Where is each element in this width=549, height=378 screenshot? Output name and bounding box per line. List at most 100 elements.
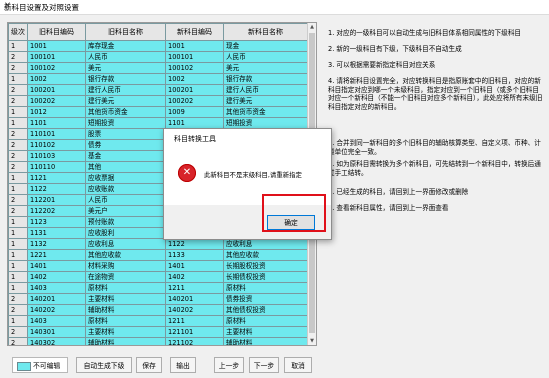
table-row[interactable]: 2 100102 美元 100102 美元 bbox=[8, 62, 308, 74]
cell-new-name[interactable]: 银行存款 bbox=[223, 73, 308, 85]
cell-new-name[interactable]: 建行人民币 bbox=[223, 84, 308, 96]
cell-level: 1 bbox=[8, 271, 28, 283]
scroll-up-arrow-icon[interactable]: ▲ bbox=[308, 23, 316, 31]
cell-old-code: 110110 bbox=[27, 161, 86, 173]
previous-step-button[interactable]: 上一步 bbox=[214, 357, 244, 373]
cell-new-name[interactable]: 现金 bbox=[223, 40, 308, 52]
cell-level: 2 bbox=[8, 326, 28, 338]
cell-old-code: 1122 bbox=[27, 183, 86, 195]
cell-old-name: 美元户 bbox=[85, 205, 166, 217]
cell-new-name[interactable]: 其他应收款 bbox=[223, 249, 308, 261]
next-step-button[interactable]: 下一步 bbox=[249, 357, 279, 373]
cell-new-code[interactable]: 1122 bbox=[165, 238, 224, 250]
auto-generate-button[interactable]: 自动生成下级 bbox=[76, 357, 132, 373]
cell-new-name[interactable]: 其他货币资金 bbox=[223, 106, 308, 118]
cell-level: 2 bbox=[8, 139, 28, 151]
table-row[interactable]: 1 1221 其他应收款 1133 其他应收款 bbox=[8, 249, 308, 261]
table-row[interactable]: 1 1403 原材料 1211 原材料 bbox=[8, 315, 308, 327]
table-row[interactable]: 1 1001 库存现金 1001 现金 bbox=[8, 40, 308, 52]
save-button[interactable]: 保存 bbox=[136, 357, 162, 373]
cell-new-code[interactable]: 1402 bbox=[165, 271, 224, 283]
cell-new-code[interactable]: 140201 bbox=[165, 293, 224, 305]
cell-level: 2 bbox=[8, 84, 28, 96]
cell-new-code[interactable]: 140202 bbox=[165, 304, 224, 316]
cell-new-code[interactable]: 121101 bbox=[165, 326, 224, 338]
cell-old-code: 140201 bbox=[27, 293, 86, 305]
note-5: 5. 合并到同一新科目的多个旧科目的辅助核算类型、自定义项、币种、计量单位完全一… bbox=[328, 139, 541, 156]
cell-new-name[interactable]: 短期投资 bbox=[223, 117, 308, 129]
table-row[interactable]: 1 1002 银行存款 1002 银行存款 bbox=[8, 73, 308, 85]
cell-new-name[interactable]: 长期债权投资 bbox=[223, 271, 308, 283]
cell-new-code[interactable]: 100101 bbox=[165, 51, 224, 63]
cell-new-code[interactable]: 1133 bbox=[165, 249, 224, 261]
cell-old-code: 1401 bbox=[27, 260, 86, 272]
note-4: 4. 请将新科目设置完全，对应转换科目是指原账套中的旧科目，对应的新科目指定对应… bbox=[328, 77, 543, 111]
table-row[interactable]: 2 100101 人民币 100101 人民币 bbox=[8, 51, 308, 63]
cell-new-code[interactable]: 1009 bbox=[165, 106, 224, 118]
ok-button-highlight bbox=[262, 194, 326, 232]
cell-new-name[interactable]: 辅助材料 bbox=[223, 337, 308, 345]
table-row[interactable]: 2 140202 辅助材料 140202 其他债权投资 bbox=[8, 304, 308, 316]
cell-new-name[interactable]: 建行美元 bbox=[223, 95, 308, 107]
non-editable-legend: 不可编辑 bbox=[12, 357, 68, 373]
table-row[interactable]: 2 100201 建行人民币 100201 建行人民币 bbox=[8, 84, 308, 96]
cell-new-name[interactable]: 原材料 bbox=[223, 282, 308, 294]
table-row[interactable]: 1 1101 短期投资 1101 短期投资 bbox=[8, 117, 308, 129]
cell-old-code: 140302 bbox=[27, 337, 86, 345]
dialog-title-bar: 科目转换工具 bbox=[164, 129, 331, 145]
table-row[interactable]: 1 1402 在途物资 1402 长期债权投资 bbox=[8, 271, 308, 283]
cell-level: 1 bbox=[8, 183, 28, 195]
cell-old-name: 建行美元 bbox=[85, 95, 166, 107]
cell-old-code: 140202 bbox=[27, 304, 86, 316]
cell-new-name[interactable]: 原材料 bbox=[223, 315, 308, 327]
cell-new-name[interactable]: 债券投资 bbox=[223, 293, 308, 305]
cancel-button[interactable]: 取消 bbox=[284, 357, 312, 373]
scroll-down-arrow-icon[interactable]: ▼ bbox=[308, 337, 316, 345]
cell-new-code[interactable]: 121102 bbox=[165, 337, 224, 345]
table-row[interactable]: 2 140302 辅助材料 121102 辅助材料 bbox=[8, 337, 308, 345]
cell-new-name[interactable]: 人民币 bbox=[223, 51, 308, 63]
table-row[interactable]: 1 1403 原材料 1211 原材料 bbox=[8, 282, 308, 294]
cell-new-code[interactable]: 1002 bbox=[165, 73, 224, 85]
cell-old-name: 应收账款 bbox=[85, 183, 166, 195]
grid-header-row: 级次 旧科目编码 旧科目名称 新科目编码 新科目名称 bbox=[8, 23, 308, 41]
cell-new-name[interactable]: 长期股权投资 bbox=[223, 260, 308, 272]
cell-new-name[interactable]: 美元 bbox=[223, 62, 308, 74]
table-row[interactable]: 2 140301 主要材料 121101 主要材料 bbox=[8, 326, 308, 338]
cell-new-name[interactable]: 其他债权投资 bbox=[223, 304, 308, 316]
close-icon[interactable]: ✕ bbox=[4, 1, 544, 11]
table-row[interactable]: 1 1012 其他货币资金 1009 其他货币资金 bbox=[8, 106, 308, 118]
table-row[interactable]: 2 140201 主要材料 140201 债券投资 bbox=[8, 293, 308, 305]
export-button[interactable]: 输出 bbox=[170, 357, 196, 373]
cell-new-code[interactable]: 1001 bbox=[165, 40, 224, 52]
cell-level: 2 bbox=[8, 304, 28, 316]
cell-old-name: 主要材料 bbox=[85, 293, 166, 305]
table-row[interactable]: 1 1401 材料采购 1401 长期股权投资 bbox=[8, 260, 308, 272]
cell-new-code[interactable]: 100201 bbox=[165, 84, 224, 96]
cell-level: 1 bbox=[8, 216, 28, 228]
cell-new-code[interactable]: 1401 bbox=[165, 260, 224, 272]
cell-new-code[interactable]: 100202 bbox=[165, 95, 224, 107]
title-bar: 新科目设置及对照设置 ✕ bbox=[0, 0, 549, 15]
table-row[interactable]: 2 100202 建行美元 100202 建行美元 bbox=[8, 95, 308, 107]
cell-new-code[interactable]: 100102 bbox=[165, 62, 224, 74]
cell-new-code[interactable]: 1211 bbox=[165, 282, 224, 294]
cell-new-code[interactable]: 1101 bbox=[165, 117, 224, 129]
cell-old-name: 人民币 bbox=[85, 51, 166, 63]
legend-swatch bbox=[17, 362, 31, 371]
cell-new-name[interactable]: 应收利息 bbox=[223, 238, 308, 250]
cell-new-code[interactable]: 1211 bbox=[165, 315, 224, 327]
cell-old-name: 主要材料 bbox=[85, 326, 166, 338]
note-8: 8. 查看新科目属性，请回到上一界面查看 bbox=[328, 204, 449, 212]
cell-level: 1 bbox=[8, 249, 28, 261]
cell-old-name: 基金 bbox=[85, 150, 166, 162]
cell-old-code: 1002 bbox=[27, 73, 86, 85]
cell-new-name[interactable]: 主要材料 bbox=[223, 326, 308, 338]
dialog-title: 科目转换工具 bbox=[174, 135, 216, 143]
cell-old-code: 112202 bbox=[27, 205, 86, 217]
cell-old-name: 在途物资 bbox=[85, 271, 166, 283]
cell-level: 2 bbox=[8, 62, 28, 74]
table-row[interactable]: 1 1132 应收利息 1122 应收利息 bbox=[8, 238, 308, 250]
cell-old-code: 100202 bbox=[27, 95, 86, 107]
legend-label: 不可编辑 bbox=[33, 362, 61, 370]
